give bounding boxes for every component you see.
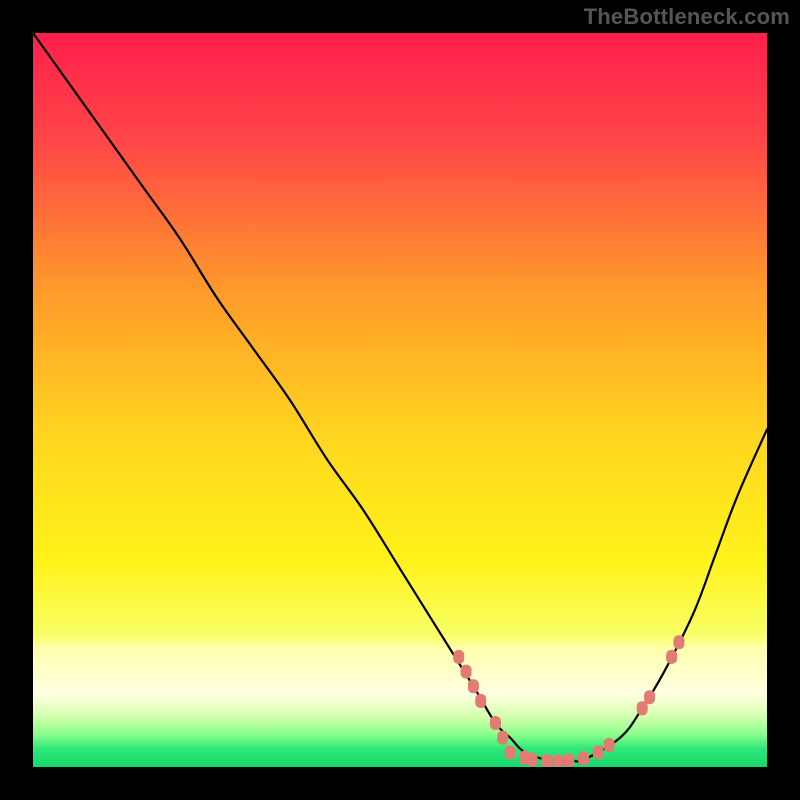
marker-left-descent-cluster xyxy=(461,665,472,679)
marker-right-ascent-cluster xyxy=(673,635,684,649)
marker-right-ascent-cluster xyxy=(644,690,655,704)
chart-frame: TheBottleneck.com xyxy=(0,0,800,800)
marker-left-descent-cluster xyxy=(475,694,486,708)
marker-left-descent-cluster xyxy=(453,650,464,664)
marker-right-ascent-cluster xyxy=(637,701,648,715)
marker-left-descent-cluster xyxy=(497,731,508,745)
marker-valley-cluster xyxy=(563,753,574,767)
marker-valley-cluster xyxy=(527,753,538,767)
marker-left-descent-cluster xyxy=(490,716,501,730)
marker-valley-cluster xyxy=(505,745,516,759)
marker-valley-cluster xyxy=(541,754,552,768)
marker-left-descent-cluster xyxy=(468,679,479,693)
marker-valley-cluster xyxy=(552,754,563,768)
plot-background xyxy=(33,33,767,767)
marker-right-ascent-cluster xyxy=(666,650,677,664)
bottleneck-chart xyxy=(0,0,800,800)
marker-valley-cluster xyxy=(593,745,604,759)
marker-valley-cluster xyxy=(578,751,589,765)
marker-valley-cluster xyxy=(604,738,615,752)
